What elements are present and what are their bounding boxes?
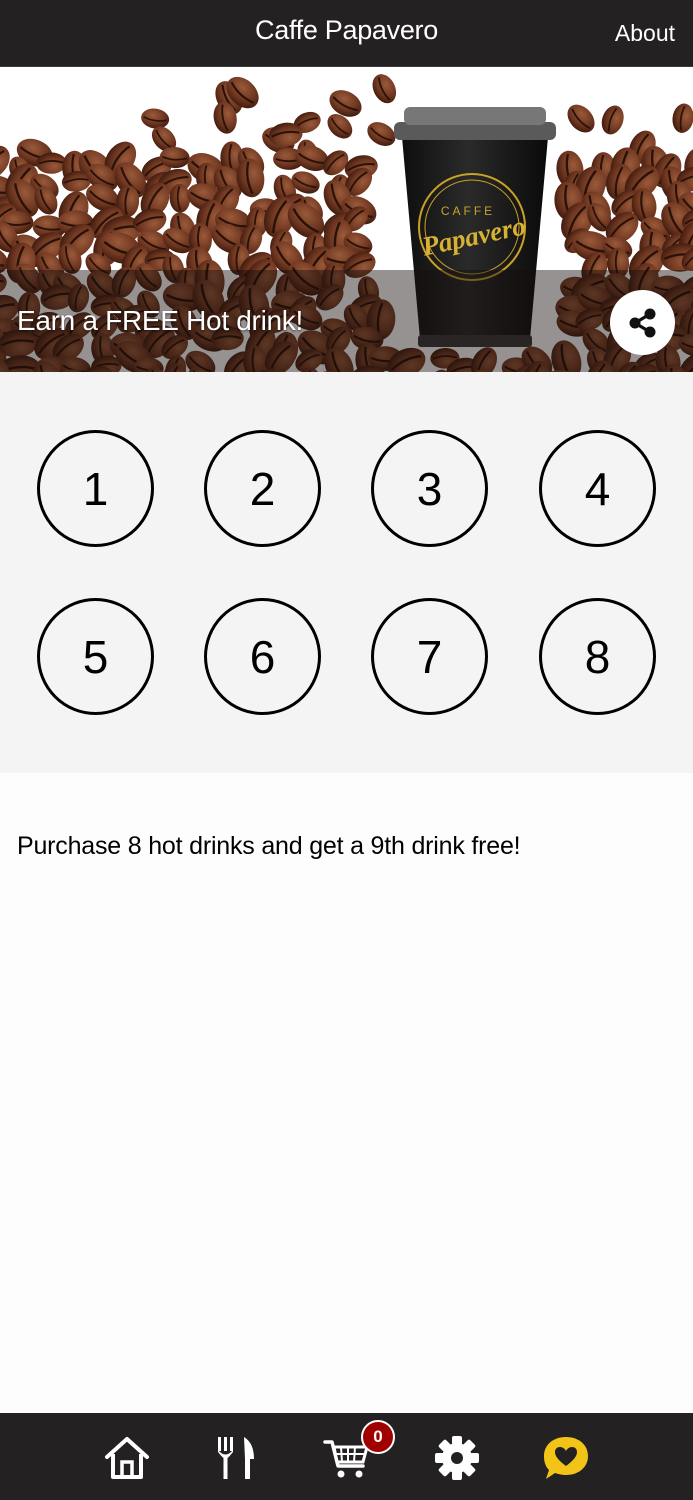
about-link[interactable]: About [615, 20, 675, 47]
stamp-8[interactable]: 8 [539, 598, 656, 715]
hero-banner: CAFFE Papavero Earn a FREE Hot drink! [0, 67, 693, 372]
nav-menu[interactable] [211, 1433, 261, 1483]
stamp-4[interactable]: 4 [539, 430, 656, 547]
stamp-1[interactable]: 1 [37, 430, 154, 547]
stamp-3[interactable]: 3 [371, 430, 488, 547]
cart-count-badge: 0 [361, 1420, 395, 1454]
gear-icon [435, 1436, 479, 1480]
nav-settings[interactable] [432, 1433, 482, 1483]
stamp-card: 1 2 3 4 5 6 7 8 [0, 372, 693, 773]
nav-loyalty[interactable] [541, 1433, 591, 1483]
stamp-7[interactable]: 7 [371, 598, 488, 715]
share-icon [629, 308, 655, 337]
share-button[interactable] [610, 290, 675, 355]
top-app-bar: Caffe Papavero About [0, 0, 693, 67]
home-icon [105, 1437, 149, 1479]
cutlery-icon [218, 1437, 254, 1479]
stamp-2[interactable]: 2 [204, 430, 321, 547]
offer-description: Purchase 8 hot drinks and get a 9th drin… [17, 832, 521, 860]
loyalty-heart-icon [544, 1437, 588, 1479]
stamp-6[interactable]: 6 [204, 598, 321, 715]
svg-text:CAFFE: CAFFE [441, 204, 495, 218]
nav-home[interactable] [102, 1433, 152, 1483]
bottom-navigation [0, 1413, 693, 1500]
page-title: Caffe Papavero [255, 15, 438, 45]
hero-headline: Earn a FREE Hot drink! [17, 305, 303, 336]
stamp-5[interactable]: 5 [37, 598, 154, 715]
